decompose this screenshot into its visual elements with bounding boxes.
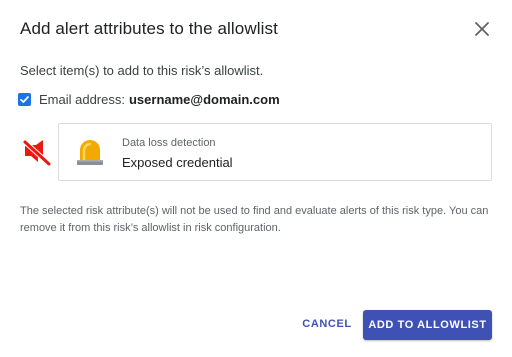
siren-icon <box>73 135 107 169</box>
risk-card: Data loss detection Exposed credential <box>58 123 492 181</box>
attribute-label: Email address: <box>39 92 125 107</box>
attribute-value: username@domain.com <box>128 92 280 107</box>
muted-notification-icon <box>21 136 53 168</box>
risk-category: Data loss detection <box>122 137 216 149</box>
dialog-title: Add alert attributes to the allowlist <box>20 19 278 38</box>
allowlist-dialog: Add alert attributes to the allowlist Se… <box>0 0 512 357</box>
attribute-option[interactable]: Email address: username@domain.com <box>18 92 280 107</box>
add-to-allowlist-button[interactable]: ADD TO ALLOWLIST <box>363 310 492 340</box>
close-icon[interactable] <box>472 19 492 39</box>
risk-name: Exposed credential <box>122 155 233 170</box>
cancel-button[interactable]: CANCEL <box>298 310 356 338</box>
dialog-subtitle: Select item(s) to add to this risk’s all… <box>20 63 264 78</box>
checkmark-icon <box>20 96 29 103</box>
attribute-checkbox[interactable] <box>18 93 31 106</box>
info-note: The selected risk attribute(s) will not … <box>20 205 489 234</box>
